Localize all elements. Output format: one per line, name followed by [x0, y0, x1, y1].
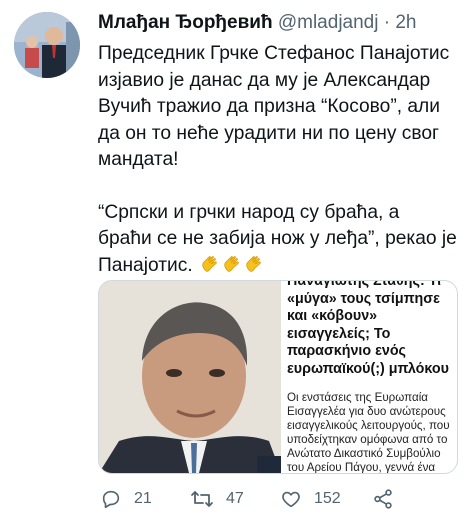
- share-icon: [372, 488, 394, 510]
- like-button[interactable]: 152: [280, 488, 341, 510]
- author-handle[interactable]: @mladjandj: [278, 12, 379, 33]
- reply-icon: [100, 488, 122, 510]
- card-headline[interactable]: Παναγιώτης Σταθης: Τι «μύγα» τους τσίμπη…: [287, 281, 453, 378]
- tweet-paragraph-1: Председник Грчке Стефанос Панајотис изја…: [98, 43, 450, 170]
- tweet-actions: 21 47 152: [100, 488, 430, 514]
- reply-button[interactable]: 21: [100, 488, 152, 510]
- share-button[interactable]: [372, 488, 394, 510]
- card-description: Οι ενστάσεις της Ευρωπαία Εισαγγελέα για…: [287, 391, 450, 474]
- tweet-text: Председник Грчке Стефанос Панајотис изја…: [98, 41, 458, 279]
- tweet-paragraph-2: “Српски и грчки народ су браћа, а браћи …: [98, 200, 458, 280]
- clapping-hands-icon: [200, 253, 220, 280]
- tweet-timestamp[interactable]: 2h: [395, 12, 416, 33]
- clapping-hands-icon: [222, 253, 242, 280]
- card-text: Παναγιώτης Σταθης: Τι «μύγα» τους τσίμπη…: [287, 281, 453, 474]
- clapping-hands-icon: [244, 253, 264, 280]
- retweet-count: 47: [226, 490, 244, 507]
- author-name[interactable]: Млађан Ђорђевић: [98, 12, 273, 33]
- tweet-header: Млађан Ђорђевић @mladjandj · 2h: [98, 12, 417, 34]
- reply-count: 21: [134, 490, 152, 507]
- author-avatar[interactable]: [14, 12, 80, 78]
- retweet-icon: [190, 488, 214, 510]
- link-preview-card[interactable]: Παναγιώτης Σταθης: Τι «μύγα» τους τσίμπη…: [98, 280, 458, 474]
- like-count: 152: [314, 490, 341, 507]
- heart-icon: [280, 488, 302, 510]
- card-photo: [99, 281, 281, 473]
- retweet-button[interactable]: 47: [190, 488, 244, 510]
- tweet-paragraph-2-text: “Српски и грчки народ су браћа, а браћи …: [98, 201, 457, 276]
- header-separator: ·: [383, 12, 391, 33]
